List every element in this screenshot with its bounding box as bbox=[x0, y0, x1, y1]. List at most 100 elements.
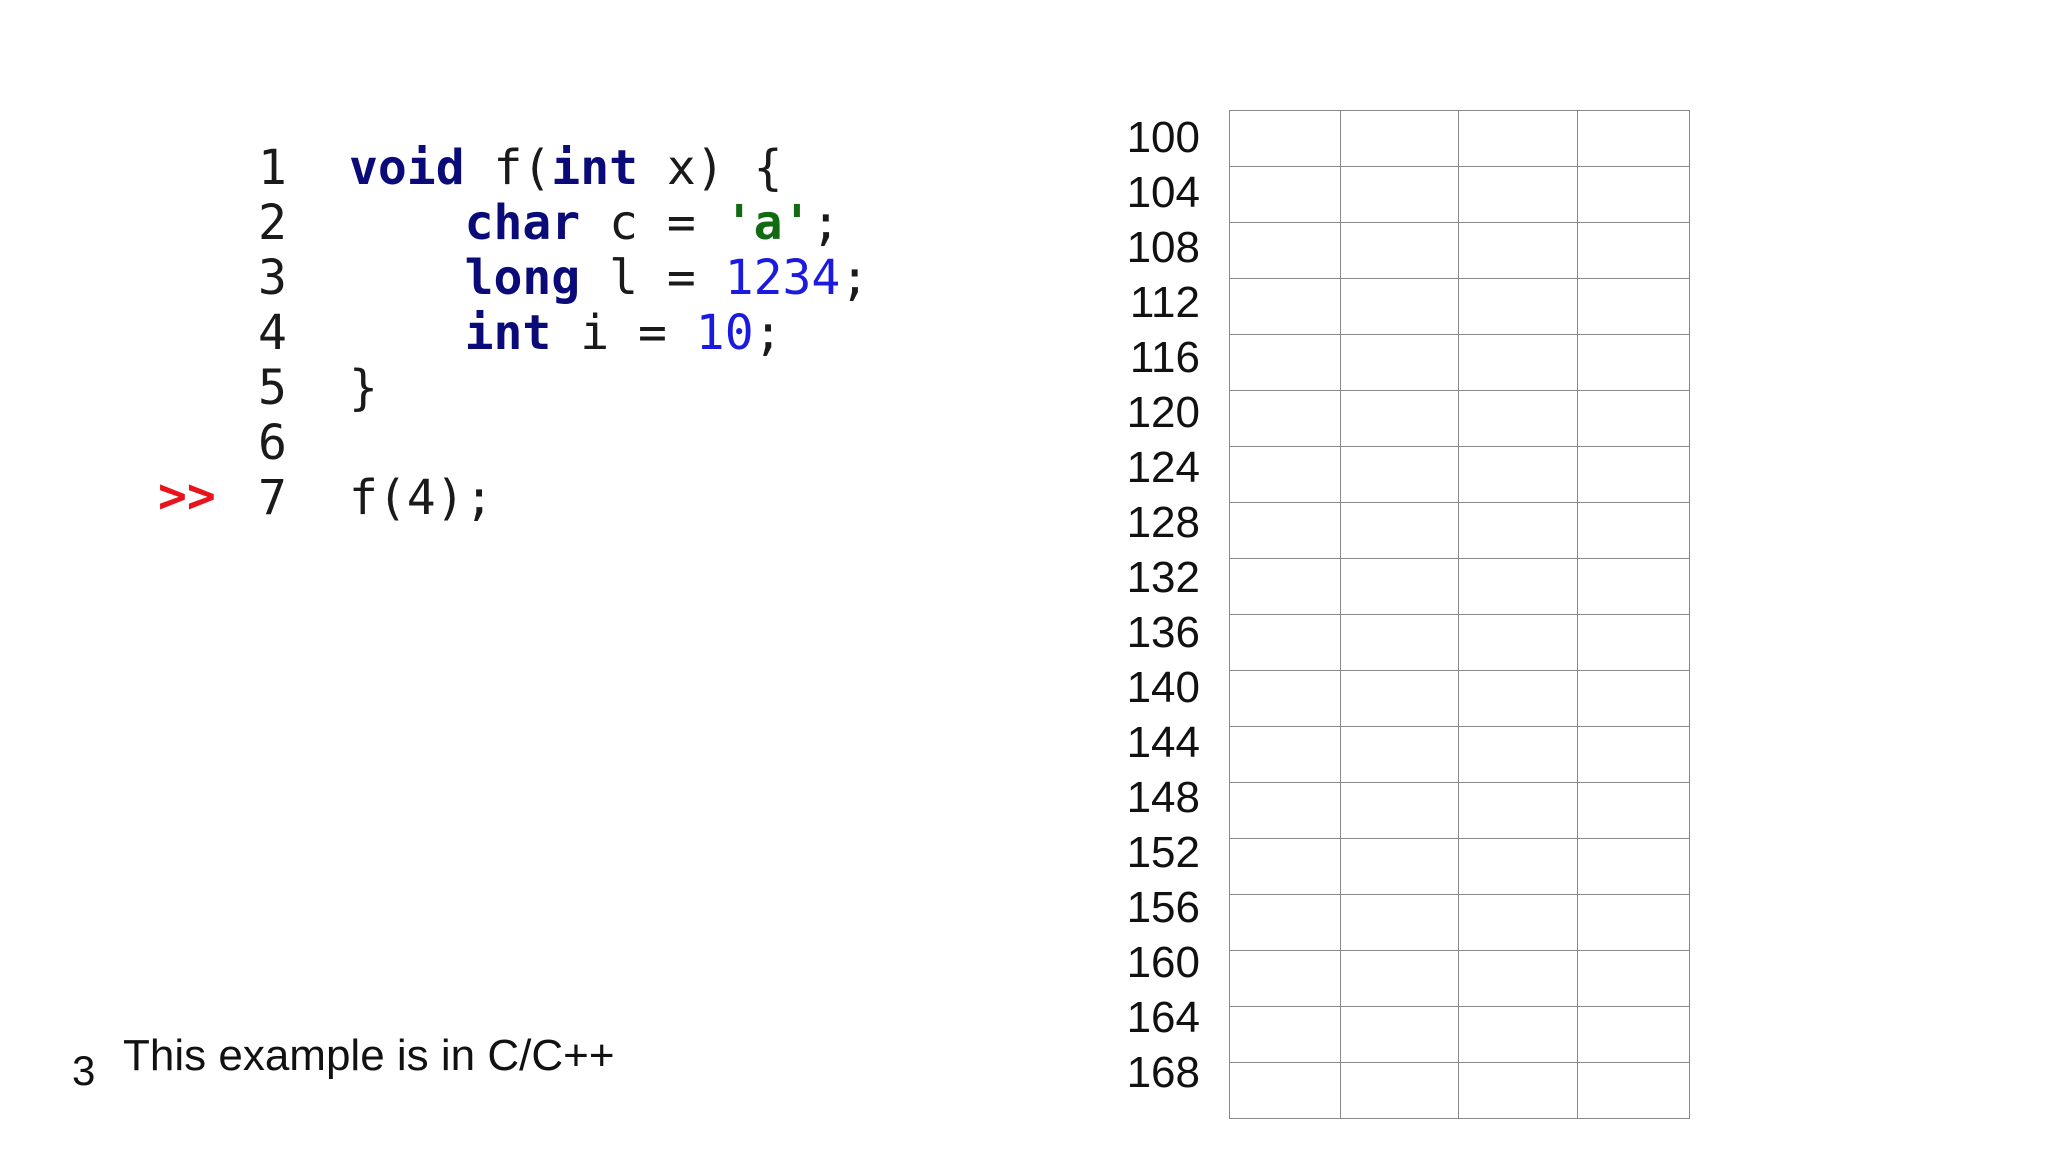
memory-address-label: 104 bbox=[1126, 168, 1200, 217]
code-token: ; bbox=[811, 195, 841, 251]
memory-cell bbox=[1577, 334, 1690, 391]
memory-row bbox=[1229, 110, 1690, 167]
memory-cell bbox=[1229, 390, 1341, 447]
memory-address-label: 152 bbox=[1126, 828, 1200, 877]
slide: >> 1 void f(int x) { 2 char c = 'a'; 3 long… bbox=[0, 0, 2048, 1152]
memory-cell bbox=[1458, 222, 1579, 279]
memory-row bbox=[1229, 726, 1690, 783]
memory-address-label: 120 bbox=[1126, 388, 1200, 437]
code-token: f(4); bbox=[349, 470, 494, 526]
memory-cell bbox=[1458, 502, 1579, 559]
code-token: f( bbox=[464, 140, 552, 196]
memory-cell bbox=[1339, 838, 1460, 895]
memory-cell bbox=[1577, 670, 1690, 727]
memory-address-label: 168 bbox=[1126, 1048, 1200, 1097]
memory-row bbox=[1229, 1062, 1690, 1119]
memory-cell bbox=[1458, 950, 1579, 1007]
memory-row bbox=[1229, 502, 1690, 559]
memory-row bbox=[1229, 390, 1690, 447]
memory-cell bbox=[1577, 502, 1690, 559]
memory-row bbox=[1229, 166, 1690, 223]
code-token: c = bbox=[580, 195, 725, 251]
memory-cell bbox=[1577, 614, 1690, 671]
memory-cell bbox=[1339, 614, 1460, 671]
memory-address-label: 116 bbox=[1129, 333, 1200, 382]
memory-address-label: 164 bbox=[1126, 993, 1200, 1042]
memory-cell bbox=[1339, 166, 1460, 223]
memory-cell bbox=[1339, 558, 1460, 615]
memory-cell bbox=[1229, 726, 1341, 783]
memory-cell bbox=[1339, 670, 1460, 727]
keyword-token: int bbox=[551, 140, 638, 196]
current-line-marker: >> bbox=[158, 468, 216, 524]
code-text: int i = 10; bbox=[349, 306, 783, 361]
line-number: 4 bbox=[258, 305, 287, 361]
code-token: ; bbox=[753, 305, 783, 361]
memory-address-label: 136 bbox=[1126, 608, 1200, 657]
memory-cell bbox=[1229, 670, 1341, 727]
memory-cell bbox=[1339, 1006, 1460, 1063]
memory-cell bbox=[1577, 390, 1690, 447]
memory-cell bbox=[1339, 894, 1460, 951]
memory-cell bbox=[1339, 502, 1460, 559]
memory-row bbox=[1229, 614, 1690, 671]
code-text: char c = 'a'; bbox=[349, 195, 841, 251]
memory-cell bbox=[1229, 894, 1341, 951]
memory-address-label: 144 bbox=[1126, 718, 1200, 767]
memory-cell bbox=[1458, 390, 1579, 447]
memory-address-label: 160 bbox=[1126, 938, 1200, 987]
memory-cell bbox=[1458, 894, 1579, 951]
memory-cell bbox=[1577, 1006, 1690, 1063]
code-text: long l = 1234; bbox=[349, 250, 870, 306]
line-number: 2 bbox=[258, 195, 287, 251]
memory-cell bbox=[1458, 670, 1579, 727]
keyword-token: int bbox=[464, 305, 552, 361]
memory-cell bbox=[1229, 166, 1341, 223]
memory-cell bbox=[1229, 502, 1341, 559]
footnote: This example is in C/C++ bbox=[123, 1031, 615, 1080]
memory-cell bbox=[1577, 446, 1690, 503]
keyword-token: long bbox=[464, 250, 581, 306]
memory-cell bbox=[1458, 838, 1579, 895]
memory-cell bbox=[1229, 1062, 1341, 1119]
memory-address-label: 132 bbox=[1126, 553, 1200, 602]
memory-cell bbox=[1577, 838, 1690, 895]
memory-address-label: 112 bbox=[1129, 278, 1200, 327]
slide-number: 3 bbox=[72, 1047, 96, 1094]
code-text: } bbox=[349, 361, 378, 416]
line-number: 6 bbox=[258, 415, 287, 471]
memory-address-label: 100 bbox=[1126, 113, 1200, 162]
memory-cell bbox=[1458, 782, 1579, 839]
memory-cell bbox=[1229, 838, 1341, 895]
memory-cell bbox=[1339, 334, 1460, 391]
line-number: 5 bbox=[258, 360, 287, 416]
memory-cell bbox=[1229, 110, 1341, 167]
memory-address-label: 156 bbox=[1126, 883, 1200, 932]
memory-row bbox=[1229, 950, 1690, 1007]
memory-cell bbox=[1458, 1062, 1579, 1119]
code-text: void f(int x) { bbox=[349, 141, 783, 196]
memory-address-label: 128 bbox=[1126, 498, 1200, 547]
memory-address-label: 124 bbox=[1126, 443, 1200, 492]
memory-cell bbox=[1458, 166, 1579, 223]
code-token: } bbox=[349, 360, 378, 416]
memory-cell bbox=[1229, 222, 1341, 279]
line-number: 1 bbox=[258, 140, 287, 196]
memory-cell bbox=[1577, 558, 1690, 615]
keyword-token: void bbox=[349, 140, 465, 196]
memory-address-label: 148 bbox=[1126, 773, 1200, 822]
memory-row bbox=[1229, 222, 1690, 279]
memory-cell bbox=[1339, 1062, 1460, 1119]
memory-cell bbox=[1458, 334, 1579, 391]
memory-cell bbox=[1339, 782, 1460, 839]
number-literal: 1234 bbox=[724, 250, 841, 306]
memory-cell bbox=[1229, 782, 1341, 839]
memory-grid bbox=[1229, 110, 1690, 1119]
memory-cell bbox=[1339, 950, 1460, 1007]
memory-row bbox=[1229, 558, 1690, 615]
memory-cell bbox=[1577, 726, 1690, 783]
memory-cell bbox=[1458, 278, 1579, 335]
memory-cell bbox=[1339, 222, 1460, 279]
